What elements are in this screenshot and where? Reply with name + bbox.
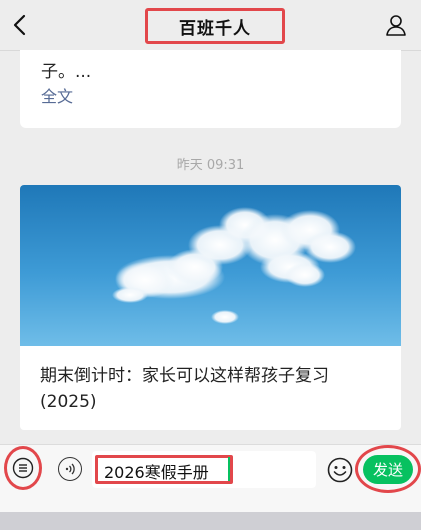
- article-title: 期末倒计时：家长可以这样帮孩子复习(2025): [40, 366, 329, 412]
- voice-icon: [65, 463, 75, 475]
- emoji-icon[interactable]: [327, 457, 353, 483]
- voice-button[interactable]: [58, 457, 82, 481]
- back-icon[interactable]: [10, 13, 32, 37]
- send-button[interactable]: 发送: [363, 455, 413, 484]
- home-indicator-bar: [0, 512, 421, 530]
- list-menu-icon: [12, 457, 34, 479]
- chat-header: 百班千人: [0, 0, 421, 51]
- message-input-value: 2026寒假手册: [104, 463, 209, 482]
- message-card[interactable]: 子。... 全文: [20, 50, 401, 128]
- list-menu-button[interactable]: [4, 446, 42, 490]
- chat-title-highlight: 百班千人: [145, 8, 285, 44]
- sky-clouds-image: [20, 185, 401, 346]
- user-icon[interactable]: [385, 14, 407, 36]
- chat-title: 百班千人: [179, 18, 251, 39]
- message-text: 子。...: [41, 62, 92, 82]
- message-timestamp: 昨天 09:31: [176, 158, 245, 173]
- text-caret: [228, 457, 230, 481]
- read-full-link[interactable]: 全文: [41, 83, 73, 107]
- article-card[interactable]: 期末倒计时：家长可以这样帮孩子复习(2025): [20, 185, 401, 430]
